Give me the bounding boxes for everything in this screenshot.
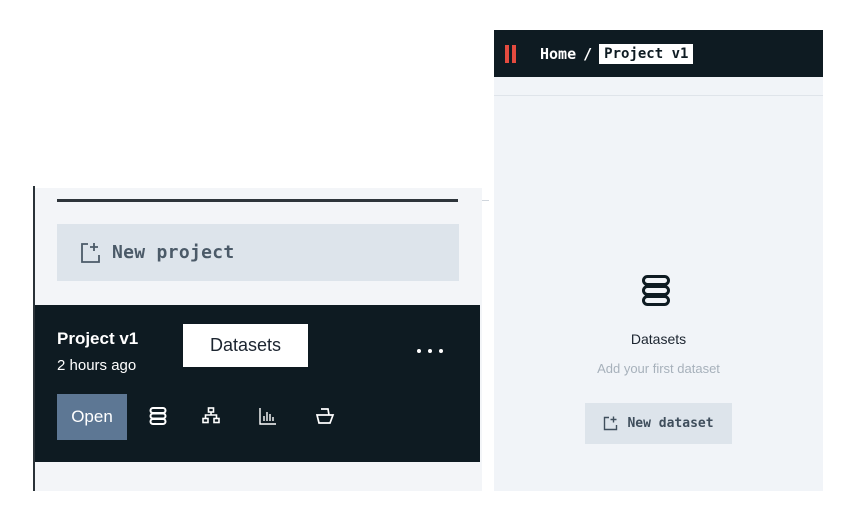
dot-icon	[417, 349, 421, 353]
more-options-button[interactable]	[417, 343, 443, 359]
divider	[57, 199, 458, 202]
dot-icon	[439, 349, 443, 353]
top-navigation-bar: Home / Project v1	[494, 30, 823, 77]
add-icon	[81, 242, 100, 263]
empty-state-title: Datasets	[630, 331, 687, 347]
add-icon	[604, 416, 618, 431]
datasets-tooltip: Datasets	[183, 324, 308, 367]
divider	[494, 95, 823, 96]
bar-chart-icon[interactable]	[258, 406, 278, 426]
logo-bar	[505, 44, 509, 63]
empty-state-subtitle: Add your first dataset	[597, 361, 720, 376]
open-project-button[interactable]: Open	[57, 394, 127, 440]
new-project-label: New project	[112, 242, 235, 263]
logo-bar	[512, 44, 516, 63]
database-icon	[642, 275, 670, 306]
database-icon[interactable]	[148, 406, 168, 426]
breadcrumb-home[interactable]: Home	[540, 45, 576, 63]
new-project-button[interactable]: New project	[57, 224, 459, 281]
new-dataset-label: New dataset	[627, 416, 714, 431]
app-logo[interactable]	[505, 44, 516, 63]
breadcrumb-current[interactable]: Project v1	[599, 43, 694, 64]
divider	[482, 200, 489, 201]
dot-icon	[428, 349, 432, 353]
project-title: Project v1	[57, 329, 139, 348]
project-updated-time: 2 hours ago	[57, 357, 137, 374]
sitemap-icon[interactable]	[201, 406, 221, 426]
breadcrumb-separator: /	[583, 44, 593, 63]
deploy-icon[interactable]	[315, 406, 335, 426]
new-dataset-button[interactable]: New dataset	[585, 403, 732, 444]
